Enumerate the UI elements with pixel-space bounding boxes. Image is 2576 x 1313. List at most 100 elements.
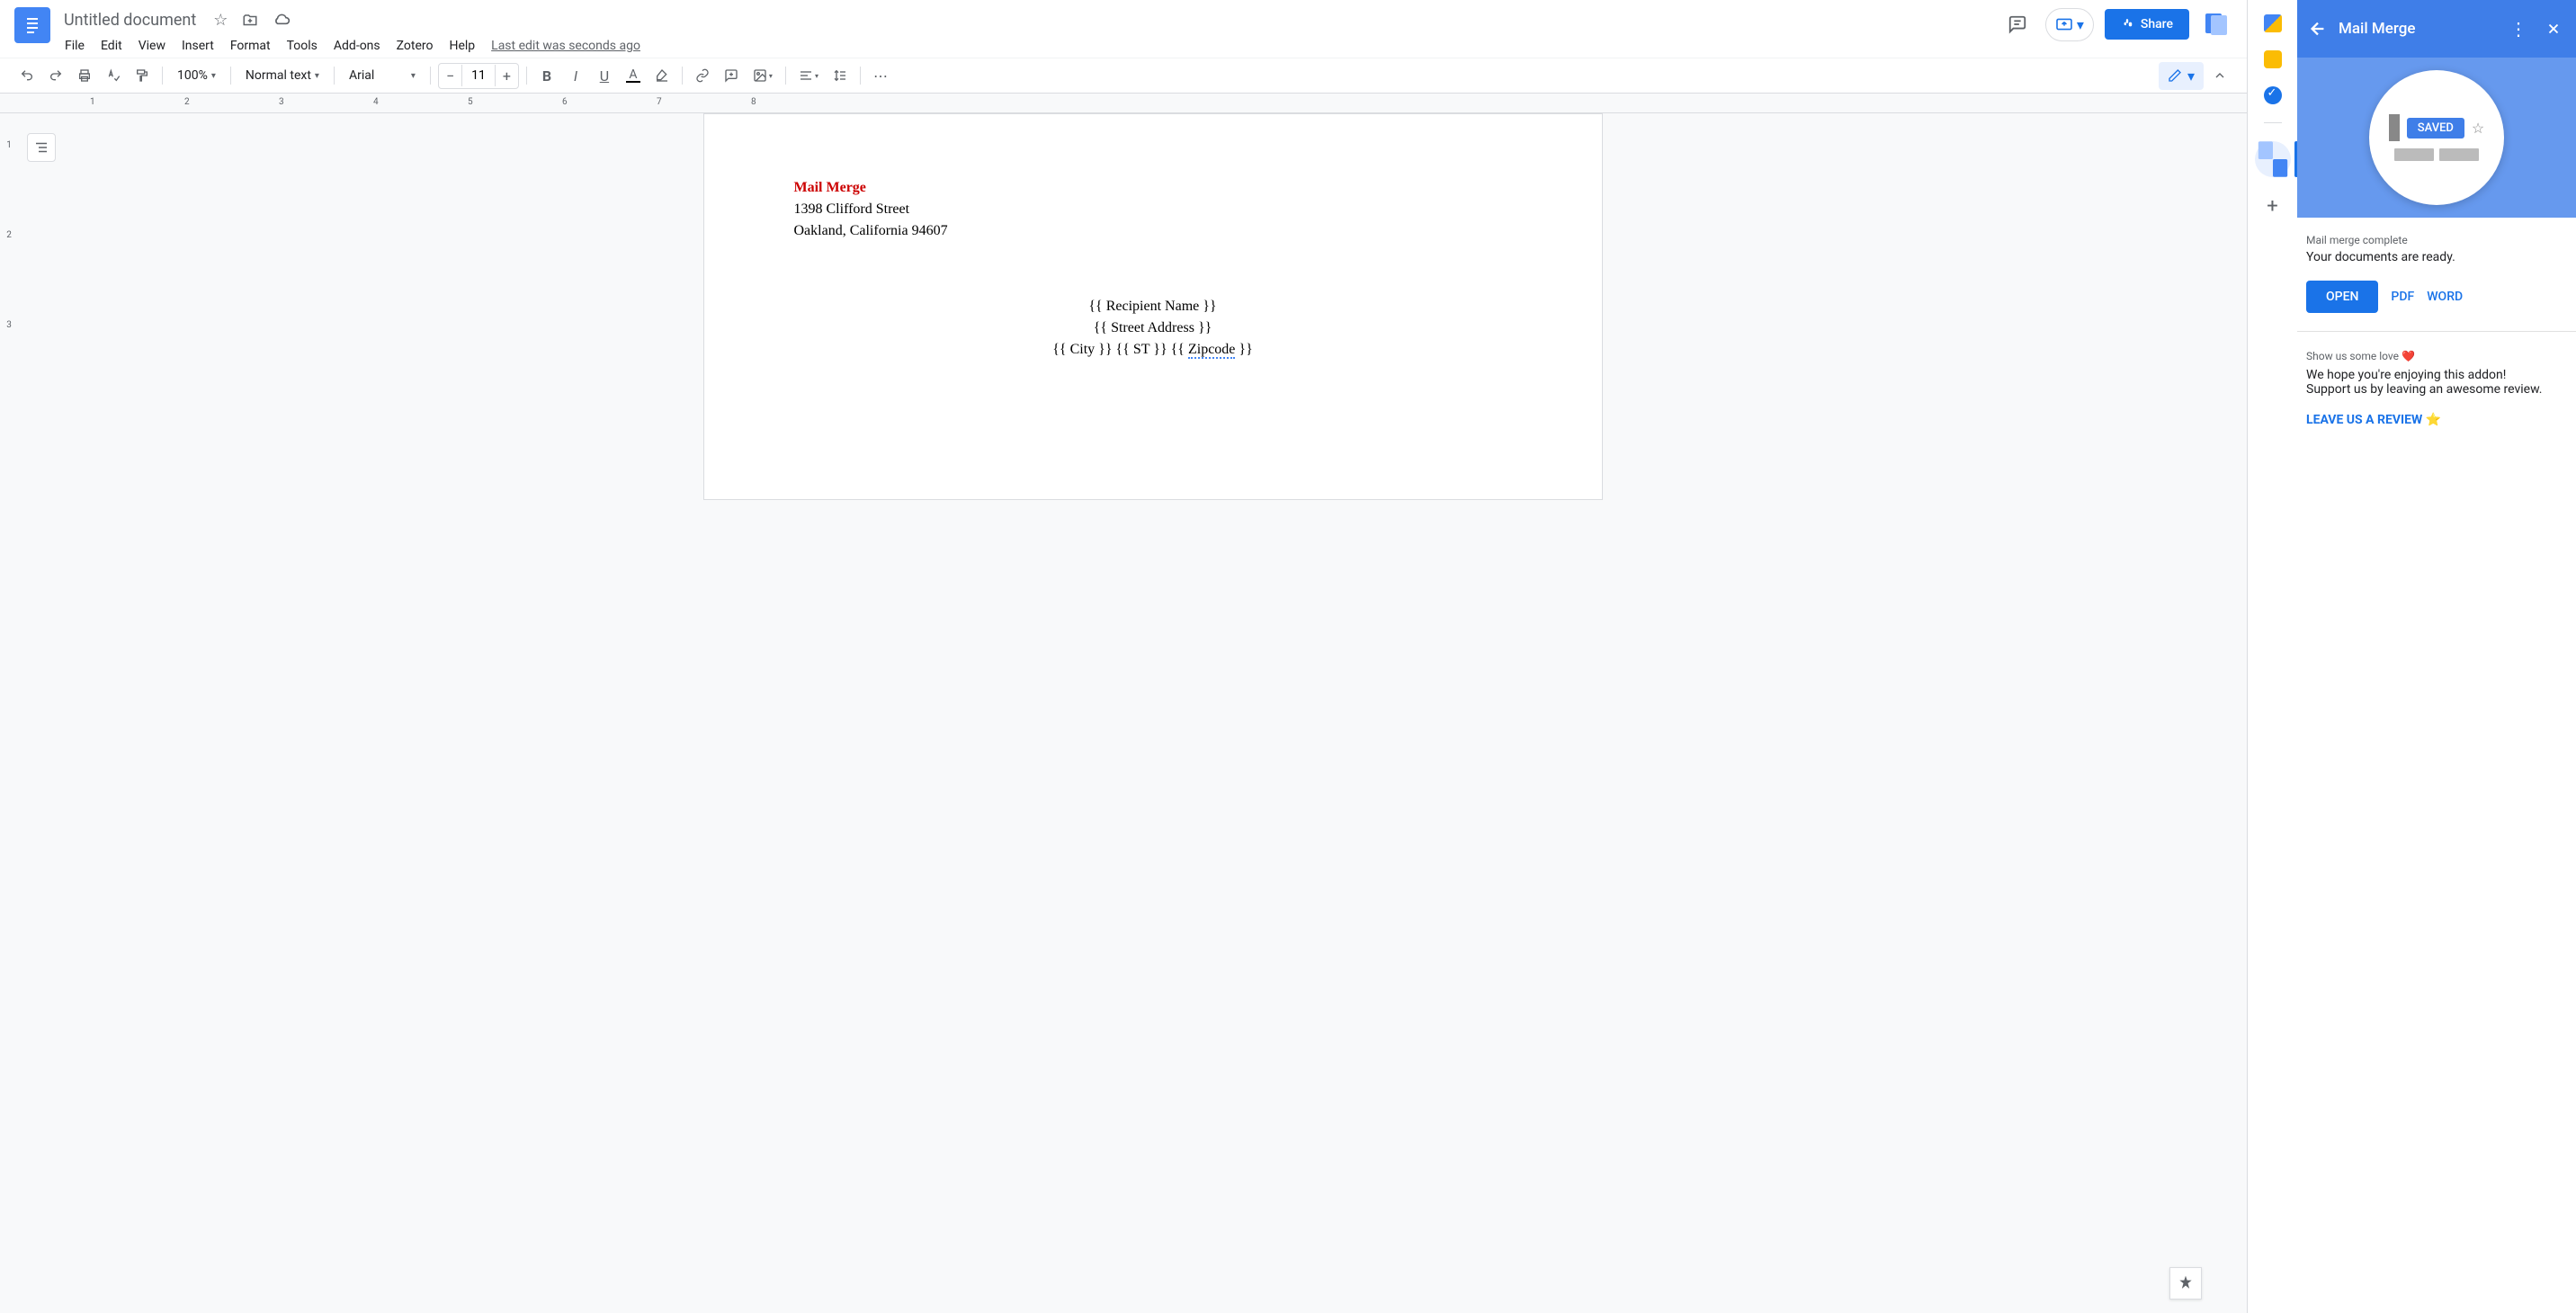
cloud-status-icon[interactable] [269, 10, 294, 31]
chevron-down-icon [815, 72, 818, 80]
bold-button[interactable]: B [534, 63, 559, 88]
ruler-tick: 1 [90, 97, 95, 107]
close-icon[interactable] [2542, 17, 2565, 40]
font-value: Arial [349, 68, 374, 83]
font-size-decrease[interactable]: − [439, 64, 461, 88]
star-icon[interactable]: ☆ [210, 7, 231, 33]
paint-format-button[interactable] [130, 63, 155, 88]
doc-text: Oakland, California 94607 [794, 220, 1512, 242]
ruler-tick: 1 [0, 140, 18, 230]
side-panel: + [2247, 0, 2297, 1313]
text-color-button[interactable]: A [621, 63, 646, 88]
open-button[interactable]: OPEN [2306, 281, 2378, 313]
highlight-button[interactable] [649, 63, 675, 88]
ruler-tick: 6 [562, 97, 568, 107]
undo-button[interactable] [14, 63, 40, 88]
menu-addons[interactable]: Add-ons [326, 35, 388, 57]
italic-button[interactable]: I [563, 63, 588, 88]
mailmerge-header-icon[interactable] [2200, 8, 2232, 40]
share-button[interactable]: Share [2105, 9, 2189, 40]
font-select[interactable]: Arial [342, 65, 423, 86]
chevron-down-icon [769, 72, 773, 80]
ruler-tick: 7 [657, 97, 662, 107]
document-outline-button[interactable] [27, 133, 56, 162]
document-page[interactable]: Mail Merge 1398 Clifford Street Oakland,… [703, 113, 1603, 500]
font-size-input[interactable]: 11 [461, 65, 496, 86]
keep-icon[interactable] [2264, 50, 2282, 68]
menu-edit[interactable]: Edit [94, 35, 130, 57]
doc-text: {{ Recipient Name }} [794, 296, 1512, 317]
chevron-down-icon [411, 71, 416, 81]
menu-file[interactable]: File [58, 35, 92, 57]
doc-text: Mail Merge [794, 177, 1512, 199]
chevron-down-icon [315, 71, 319, 81]
toolbar: 100% Normal text Arial − 11 + B I U A [0, 58, 2247, 94]
present-button[interactable] [2045, 8, 2094, 41]
doc-text: {{ City }} {{ ST }} {{ Zipcode }} [794, 339, 1512, 361]
addon-sidebar: Mail Merge ⋮ SAVED ☆ Mail merge complete… [2297, 0, 2576, 1313]
menu-view[interactable]: View [131, 35, 173, 57]
menu-zotero[interactable]: Zotero [389, 35, 441, 57]
menu-help[interactable]: Help [442, 35, 482, 57]
hide-menus-button[interactable] [2207, 63, 2232, 88]
style-value: Normal text [246, 68, 311, 83]
saved-badge: SAVED [2407, 118, 2464, 138]
ruler-tick: 3 [0, 320, 18, 410]
tasks-icon[interactable] [2264, 86, 2282, 104]
comments-icon[interactable] [2000, 7, 2035, 41]
more-toolbar-button[interactable]: ⋯ [868, 63, 893, 88]
ruler-tick: 2 [0, 230, 18, 320]
explore-button[interactable] [2169, 1267, 2202, 1300]
align-button[interactable] [793, 63, 824, 88]
pdf-button[interactable]: PDF [2391, 290, 2414, 304]
complete-heading: Mail merge complete [2306, 234, 2567, 246]
menu-insert[interactable]: Insert [174, 35, 221, 57]
print-button[interactable] [72, 63, 97, 88]
doc-text: {{ Street Address }} [794, 317, 1512, 339]
love-text: We hope you're enjoying this addon! [2306, 368, 2567, 382]
add-comment-button[interactable] [719, 63, 744, 88]
leave-review-link[interactable]: LEAVE US A REVIEW ⭐ [2306, 413, 2567, 427]
last-edit-link[interactable]: Last edit was seconds ago [484, 35, 648, 57]
chevron-down-icon [211, 71, 216, 81]
editing-mode-button[interactable] [2159, 62, 2204, 90]
menu-format[interactable]: Format [223, 35, 278, 57]
ruler-tick: 8 [751, 97, 756, 107]
zoom-select[interactable]: 100% [170, 65, 223, 86]
chevron-down-icon [2187, 67, 2195, 85]
style-select[interactable]: Normal text [238, 65, 326, 86]
font-size-increase[interactable]: + [496, 64, 518, 88]
ruler-tick: 3 [279, 97, 284, 107]
document-title-input[interactable]: Untitled document [58, 8, 202, 32]
more-vert-icon[interactable]: ⋮ [2506, 14, 2531, 43]
insert-image-button[interactable] [747, 63, 778, 88]
doc-text: 1398 Clifford Street [794, 199, 1512, 220]
addon-hero-image: SAVED ☆ [2297, 58, 2576, 218]
calendar-icon[interactable] [2264, 14, 2282, 32]
back-arrow-icon[interactable] [2308, 19, 2328, 39]
move-icon[interactable] [238, 9, 262, 32]
insert-link-button[interactable] [690, 63, 715, 88]
word-button[interactable]: WORD [2427, 290, 2463, 304]
addon-title: Mail Merge [2339, 20, 2495, 38]
line-spacing-button[interactable] [827, 63, 853, 88]
mailmerge-side-icon[interactable] [2255, 141, 2291, 177]
share-label: Share [2141, 17, 2173, 31]
get-addons-button[interactable]: + [2267, 195, 2277, 218]
redo-button[interactable] [43, 63, 68, 88]
ruler-tick: 4 [373, 97, 379, 107]
love-heading: Show us some love ❤️ [2306, 350, 2567, 362]
horizontal-ruler[interactable]: 1 2 3 4 5 6 7 8 [0, 94, 2247, 113]
ruler-tick: 2 [184, 97, 190, 107]
underline-button[interactable]: U [592, 63, 617, 88]
spellcheck-button[interactable] [101, 63, 126, 88]
chevron-down-icon [2077, 16, 2084, 33]
vertical-ruler[interactable]: 1 2 3 [0, 113, 18, 1313]
menu-tools[interactable]: Tools [280, 35, 325, 57]
ruler-tick: 5 [468, 97, 473, 107]
complete-message: Your documents are ready. [2306, 250, 2567, 264]
zoom-value: 100% [177, 68, 208, 83]
separator [2264, 122, 2282, 123]
love-text: Support us by leaving an awesome review. [2306, 382, 2567, 397]
docs-home-icon[interactable] [14, 7, 50, 43]
